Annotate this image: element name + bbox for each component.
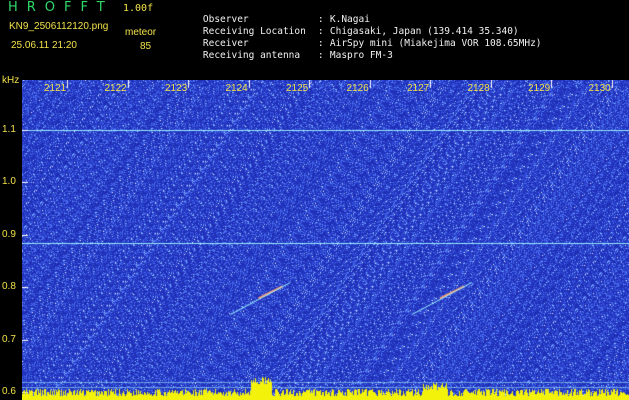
version-label: 1.00f [123,3,154,14]
info-row-antenna: Receiving antenna: Maspro FM-3 [202,50,393,61]
meteor-label: meteor [125,27,157,38]
x-tick-label: 2125 [286,83,309,94]
x-tick-label: 2130 [588,83,611,94]
filename-label: KN9_2506112120.png [9,21,109,32]
info-key: Receiving antenna [202,50,301,61]
datetime-label: 25.06.11 21:20 [11,40,77,51]
spectrogram-canvas [22,80,629,400]
x-tick-label: 2121 [44,83,67,94]
x-tick-label: 2122 [104,83,127,94]
y-axis-unit-label: kHz [2,75,20,86]
meteor-count: 85 [140,41,152,52]
header-panel: HROFFT 1.00f KN9_2506112120.png 25.06.11… [0,0,629,80]
y-tick-label: 0.8 [2,281,16,293]
x-tick-label: 2129 [528,83,551,94]
x-tick-label: 2124 [225,83,248,94]
y-tick-label: 1.0 [2,176,16,188]
y-tick-label: 1.1 [2,123,16,135]
y-tick-label: 0.6 [2,386,16,398]
x-tick-label: 2128 [467,83,490,94]
app-title: HROFFT [8,0,114,15]
x-tick-label: 2126 [346,83,369,94]
y-tick-label: 0.9 [2,228,16,240]
x-tick-label: 2127 [407,83,430,94]
x-tick-label: 2123 [165,83,188,94]
info-value: Maspro FM-3 [329,50,393,61]
y-tick-label: 0.7 [2,333,16,345]
